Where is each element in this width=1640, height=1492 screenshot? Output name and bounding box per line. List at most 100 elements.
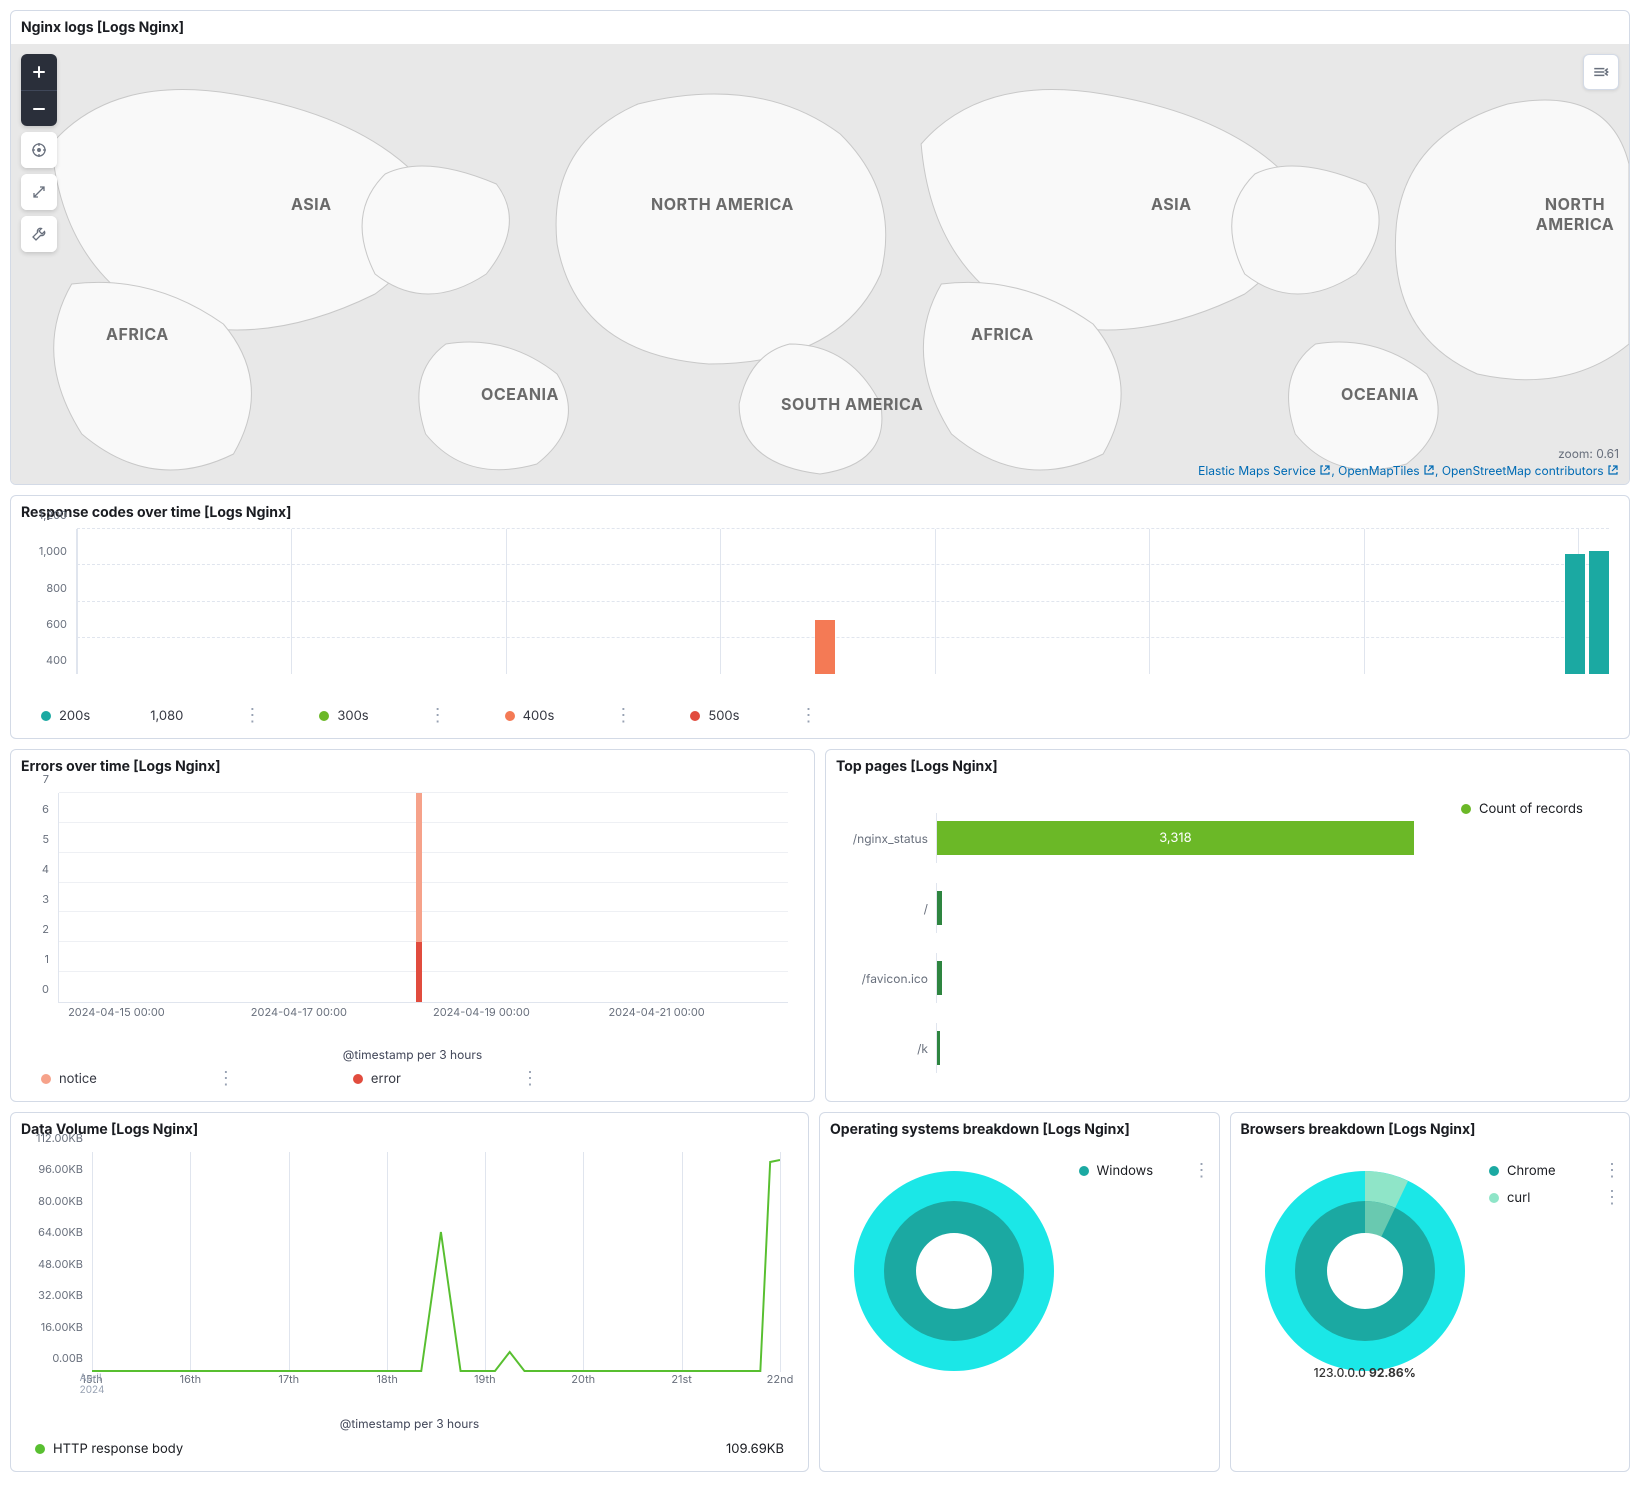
map-label-oceania: OCEANIA (481, 384, 559, 404)
bar[interactable] (937, 961, 942, 995)
row-label: / (836, 901, 936, 916)
more-icon[interactable]: ⋮ (1603, 1160, 1619, 1181)
row-label: /k (836, 1041, 936, 1056)
dot-icon (319, 711, 329, 721)
legend-curl[interactable]: curl ⋮ (1489, 1187, 1619, 1208)
map-panel: Nginx logs [Logs Nginx] ASIA (10, 10, 1630, 485)
map-label-asia-2: ASIA (1151, 194, 1192, 214)
response-codes-legend: 200s 1,080 ⋮ 300s ⋮ 400s ⋮ 500s ⋮ (11, 699, 1629, 738)
os-title: Operating systems breakdown [Logs Nginx] (820, 1113, 1219, 1146)
errors-axis-title: @timestamp per 3 hours (11, 1043, 814, 1062)
x-axis: 2024-04-15 00:00 2024-04-17 00:00 2024-0… (58, 1005, 788, 1023)
zoom-out-button[interactable] (21, 90, 57, 126)
x-axis: 15thApril 2024 16th 17th 18th 19th 20th … (92, 1372, 780, 1398)
response-codes-title: Response codes over time [Logs Nginx] (11, 496, 1629, 529)
top-pages-title: Top pages [Logs Nginx] (826, 750, 1629, 783)
browsers-breakdown-panel: Browsers breakdown [Logs Nginx] 123.0.0.… (1230, 1112, 1631, 1472)
donut-pct-label: 92.86% (1369, 1365, 1416, 1380)
layers-button[interactable] (1583, 54, 1619, 90)
data-volume-title: Data Volume [Logs Nginx] (11, 1113, 808, 1146)
legend-300s[interactable]: 300s (319, 708, 368, 724)
table-row: / (836, 873, 1439, 943)
os-breakdown-panel: Operating systems breakdown [Logs Nginx]… (819, 1112, 1220, 1472)
table-row: /k (836, 1013, 1439, 1083)
bar-200s-a[interactable] (1565, 554, 1585, 674)
errors-legend: notice ⋮ error ⋮ (11, 1062, 814, 1101)
row-label: /nginx_status (836, 831, 936, 846)
more-icon[interactable]: ⋮ (429, 705, 445, 726)
legend-count[interactable]: Count of records (1461, 801, 1617, 817)
more-icon[interactable]: ⋮ (614, 705, 630, 726)
top-pages-panel: Top pages [Logs Nginx] /nginx_status 3,3… (825, 749, 1630, 1102)
legend-chrome[interactable]: Chrome ⋮ (1489, 1160, 1619, 1181)
zoom-label: zoom: (1558, 446, 1593, 461)
errors-panel: Errors over time [Logs Nginx] 0 1 2 3 4 … (10, 749, 815, 1102)
bar[interactable] (937, 1031, 940, 1065)
data-volume-chart[interactable]: 0.00B 16.00KB 32.00KB 48.00KB 64.00KB 80… (27, 1152, 790, 1412)
legend-windows[interactable]: Windows ⋮ (1079, 1160, 1209, 1181)
expand-button[interactable] (21, 174, 57, 210)
y-axis: 0.00B 16.00KB 32.00KB 48.00KB 64.00KB 80… (27, 1152, 87, 1372)
dot-icon (1461, 804, 1471, 814)
ems-link[interactable]: Elastic Maps Service (1198, 463, 1331, 478)
zoom-value: 0.61 (1596, 446, 1619, 461)
dot-icon (690, 711, 700, 721)
top-pages-chart[interactable]: /nginx_status 3,318 / /favicon.ico /k (826, 783, 1449, 1093)
legend-400s[interactable]: 400s (505, 708, 555, 724)
wrench-button[interactable] (21, 216, 57, 252)
dot-icon (41, 711, 51, 721)
legend-value: 109.69KB (726, 1441, 784, 1457)
more-icon[interactable]: ⋮ (1193, 1160, 1209, 1181)
map-label-asia: ASIA (291, 194, 332, 214)
legend-notice[interactable]: notice (41, 1071, 97, 1087)
response-codes-panel: Response codes over time [Logs Nginx] 40… (10, 495, 1630, 739)
bar[interactable]: 3,318 (937, 821, 1414, 855)
dot-icon (1489, 1193, 1499, 1203)
browsers-legend: Chrome ⋮ curl ⋮ (1489, 1156, 1619, 1386)
map-label-namerica-2: NORTH AMERICA (1521, 194, 1629, 234)
fit-bounds-button[interactable] (21, 132, 57, 168)
map-title: Nginx logs [Logs Nginx] (11, 11, 1629, 44)
response-codes-chart[interactable]: 400 600 800 1,000 1,200 (31, 529, 1609, 699)
zoom-in-button[interactable] (21, 54, 57, 90)
osm-link[interactable]: OpenStreetMap contributors (1442, 463, 1619, 478)
omt-link[interactable]: OpenMapTiles (1338, 463, 1435, 478)
legend-error[interactable]: error (353, 1071, 401, 1087)
data-volume-panel: Data Volume [Logs Nginx] 0.00B 16.00KB 3… (10, 1112, 809, 1472)
donut-ip-label: 123.0.0.0 (1314, 1365, 1366, 1380)
world-map[interactable]: ASIA NORTH AMERICA AFRICA OCEANIA SOUTH … (11, 44, 1629, 484)
errors-title: Errors over time [Logs Nginx] (11, 750, 814, 783)
map-label-oceania-2: OCEANIA (1341, 384, 1419, 404)
dot-icon (1489, 1166, 1499, 1176)
bar[interactable] (937, 891, 942, 925)
os-donut[interactable] (830, 1156, 1079, 1386)
top-pages-legend: Count of records (1449, 783, 1629, 1093)
bar-400s[interactable] (815, 620, 835, 674)
legend-500s[interactable]: 500s (690, 708, 739, 724)
y-axis: 400 600 800 1,000 1,200 (31, 529, 71, 674)
more-icon[interactable]: ⋮ (521, 1068, 537, 1089)
more-icon[interactable]: ⋮ (243, 705, 259, 726)
map-label-africa: AFRICA (106, 324, 169, 344)
dot-icon (35, 1444, 45, 1454)
bar-200s-b[interactable] (1589, 551, 1609, 674)
dv-legend: HTTP response body 109.69KB (11, 1431, 808, 1471)
legend-200s[interactable]: 200s (41, 708, 90, 724)
legend-http-body[interactable]: HTTP response body (35, 1441, 183, 1457)
row-label: /favicon.ico (836, 971, 936, 986)
browsers-title: Browsers breakdown [Logs Nginx] (1231, 1113, 1630, 1146)
map-label-africa-2: AFRICA (971, 324, 1034, 344)
browsers-donut[interactable]: 123.0.0.0 92.86% (1241, 1156, 1490, 1386)
legend-200s-value: 1,080 (150, 708, 183, 724)
bar-error[interactable] (416, 942, 422, 1002)
errors-chart[interactable]: 0 1 2 3 4 5 6 7 2024-04-15 (33, 783, 798, 1043)
more-icon[interactable]: ⋮ (217, 1068, 233, 1089)
map-label-namerica: NORTH AMERICA (651, 194, 794, 214)
dot-icon (353, 1074, 363, 1084)
dot-icon (505, 711, 515, 721)
dot-icon (41, 1074, 51, 1084)
map-label-samerica: SOUTH AMERICA (781, 394, 923, 414)
table-row: /favicon.ico (836, 943, 1439, 1013)
more-icon[interactable]: ⋮ (1603, 1187, 1619, 1208)
more-icon[interactable]: ⋮ (800, 705, 816, 726)
